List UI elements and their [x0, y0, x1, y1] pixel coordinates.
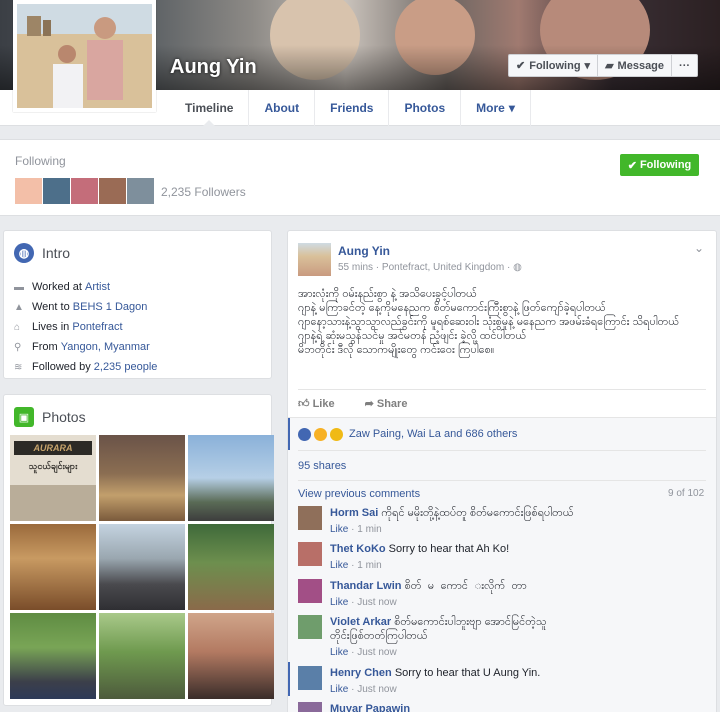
location-pin-icon: ⚲	[14, 341, 22, 353]
share-arrow-icon: ➦	[364, 398, 374, 410]
post-meta: 55 mins · Pontefract, United Kingdom · ◍	[338, 262, 522, 273]
thumbs-up-icon: 👍︎	[298, 398, 310, 410]
follower-avatar[interactable]	[127, 178, 154, 204]
photo-thumbnail[interactable]	[99, 435, 185, 521]
post-card: Aung Yin 55 mins · Pontefract, United Ki…	[287, 230, 717, 712]
photo-icon: ▣	[14, 407, 34, 427]
photo-thumbnail[interactable]	[99, 524, 185, 610]
reactions-row[interactable]: Zaw Paing, Wai La and 686 others	[288, 418, 716, 450]
follower-avatar[interactable]	[71, 178, 98, 204]
photo-thumbnail[interactable]	[10, 524, 96, 610]
view-previous-comments[interactable]: View previous comments	[298, 488, 420, 500]
tab-friends[interactable]: Friends	[315, 90, 390, 126]
post-options-chevron-icon[interactable]: ⌄	[694, 241, 704, 255]
comment-avatar[interactable]	[298, 666, 322, 690]
photos-title: Photos	[42, 409, 86, 425]
following-card: Following 2,235 Followers ✔ Following	[0, 139, 720, 216]
sad-reaction-icon	[314, 427, 327, 441]
tab-timeline[interactable]: Timeline	[170, 90, 250, 126]
photo-sign-text: သူငယ်ချင်းများ	[28, 461, 78, 471]
photos-card: ▣ Photos AURARA သူငယ်ချင်းများ	[3, 394, 274, 706]
following-button[interactable]: ✔ Following ▾	[508, 54, 599, 77]
profile-picture[interactable]	[13, 0, 156, 112]
check-icon: ✔	[516, 60, 526, 72]
intro-list: ▬ Worked at Artist ▲ Went to BEHS 1 Dago…	[14, 277, 261, 377]
caret-down-icon: ▾	[508, 101, 515, 115]
followers-count[interactable]: 2,235 Followers	[161, 185, 246, 199]
photo-sign-text: AURARA	[14, 441, 92, 455]
comment: Thandar Lwin စိတ်�မ�ကောင်�းလိုက်�တာ Like…	[298, 579, 708, 610]
photo-thumbnail[interactable]	[188, 524, 274, 610]
intro-card: ◍ Intro ▬ Worked at Artist ▲ Went to BEH…	[3, 230, 272, 379]
comment: Thet KoKo Sorry to hear that Ah Ko! Like…	[298, 542, 708, 573]
tab-more[interactable]: More ▾	[461, 90, 531, 126]
share-button[interactable]: ➦ Share	[365, 397, 408, 410]
more-options-button[interactable]: ···	[672, 54, 699, 77]
home-icon: ⌂	[14, 321, 21, 333]
intro-item-work: ▬ Worked at Artist	[14, 281, 111, 293]
profile-name[interactable]: Aung Yin	[170, 56, 257, 79]
wow-reaction-icon	[330, 427, 343, 441]
comment-avatar[interactable]	[298, 506, 322, 530]
like-button[interactable]: 👍︎ Like	[298, 397, 335, 410]
photo-thumbnail[interactable]: AURARA သူငယ်ချင်းများ	[10, 435, 96, 521]
comment-avatar[interactable]	[298, 542, 322, 566]
post-time[interactable]: 55 mins	[338, 262, 373, 273]
comments-section: Zaw Paing, Wai La and 686 others 95 shar…	[288, 417, 716, 712]
photo-thumbnail[interactable]	[188, 435, 274, 521]
post-author-avatar[interactable]	[298, 243, 331, 276]
following-green-button[interactable]: ✔ Following	[620, 154, 699, 176]
comment-avatar[interactable]	[298, 615, 322, 639]
globe-icon: · ◍	[506, 262, 522, 273]
comment-count: 9 of 102	[668, 488, 705, 499]
comment: Henry Chen Sorry to hear that U Aung Yin…	[288, 662, 708, 697]
message-button[interactable]: ▰ Message	[598, 54, 673, 77]
profile-header: Aung Yin ✔ Following ▾ ▰ Message ··· Tim…	[0, 0, 720, 126]
cover-buttons: ✔ Following ▾ ▰ Message ···	[508, 54, 699, 77]
globe-icon: ◍	[14, 243, 34, 263]
comment: Violet Arkar စိတ်မကောင်းပါဘူးဗျာ အောင်မြ…	[298, 615, 708, 660]
tab-photos[interactable]: Photos	[389, 90, 462, 126]
intro-item-education: ▲ Went to BEHS 1 Dagon	[14, 301, 148, 313]
intro-item-from: ⚲ From Yangon, Myanmar	[14, 341, 150, 353]
comment: Horm Sai ကိုရင် မမိုးတို့နဲ့ထပ်တူ စိတ်မက…	[298, 506, 708, 537]
comment: Muyar Papawin	[298, 702, 708, 712]
photo-thumbnail[interactable]	[99, 613, 185, 699]
comment-avatar[interactable]	[298, 702, 322, 712]
follower-avatars	[15, 178, 154, 204]
graduation-cap-icon: ▲	[14, 301, 24, 313]
caret-down-icon: ▾	[584, 60, 591, 72]
tab-about[interactable]: About	[249, 90, 316, 126]
profile-tabs: Timeline About Friends Photos More ▾	[170, 90, 531, 126]
like-reaction-icon	[298, 427, 311, 441]
photo-grid: AURARA သူငယ်ချင်းများ	[10, 435, 274, 699]
follower-avatar[interactable]	[99, 178, 126, 204]
post-actions: 👍︎ Like ➦ Share	[298, 397, 407, 410]
post-author-name[interactable]: Aung Yin	[338, 244, 522, 258]
post-text: အားလုံးကို ဝမ်းနည်းစွာ နဲ့ အသိပေးခွင့်ပါ…	[298, 288, 680, 356]
photo-thumbnail[interactable]	[10, 613, 96, 699]
following-title: Following	[15, 154, 66, 168]
intro-title: Intro	[42, 245, 71, 261]
photo-thumbnail[interactable]	[188, 613, 274, 699]
post-location[interactable]: Pontefract, United Kingdom	[382, 262, 504, 273]
follower-avatar[interactable]	[15, 178, 42, 204]
intro-item-followed-by: ≋ Followed by 2,235 people	[14, 361, 158, 373]
shares-count[interactable]: 95 shares	[298, 460, 346, 472]
intro-item-lives: ⌂ Lives in Pontefract	[14, 321, 123, 333]
message-icon: ▰	[605, 60, 614, 72]
check-icon: ✔	[627, 159, 637, 172]
briefcase-icon: ▬	[14, 281, 24, 293]
rss-icon: ≋	[14, 361, 23, 373]
follower-avatar[interactable]	[43, 178, 70, 204]
comment-avatar[interactable]	[298, 579, 322, 603]
